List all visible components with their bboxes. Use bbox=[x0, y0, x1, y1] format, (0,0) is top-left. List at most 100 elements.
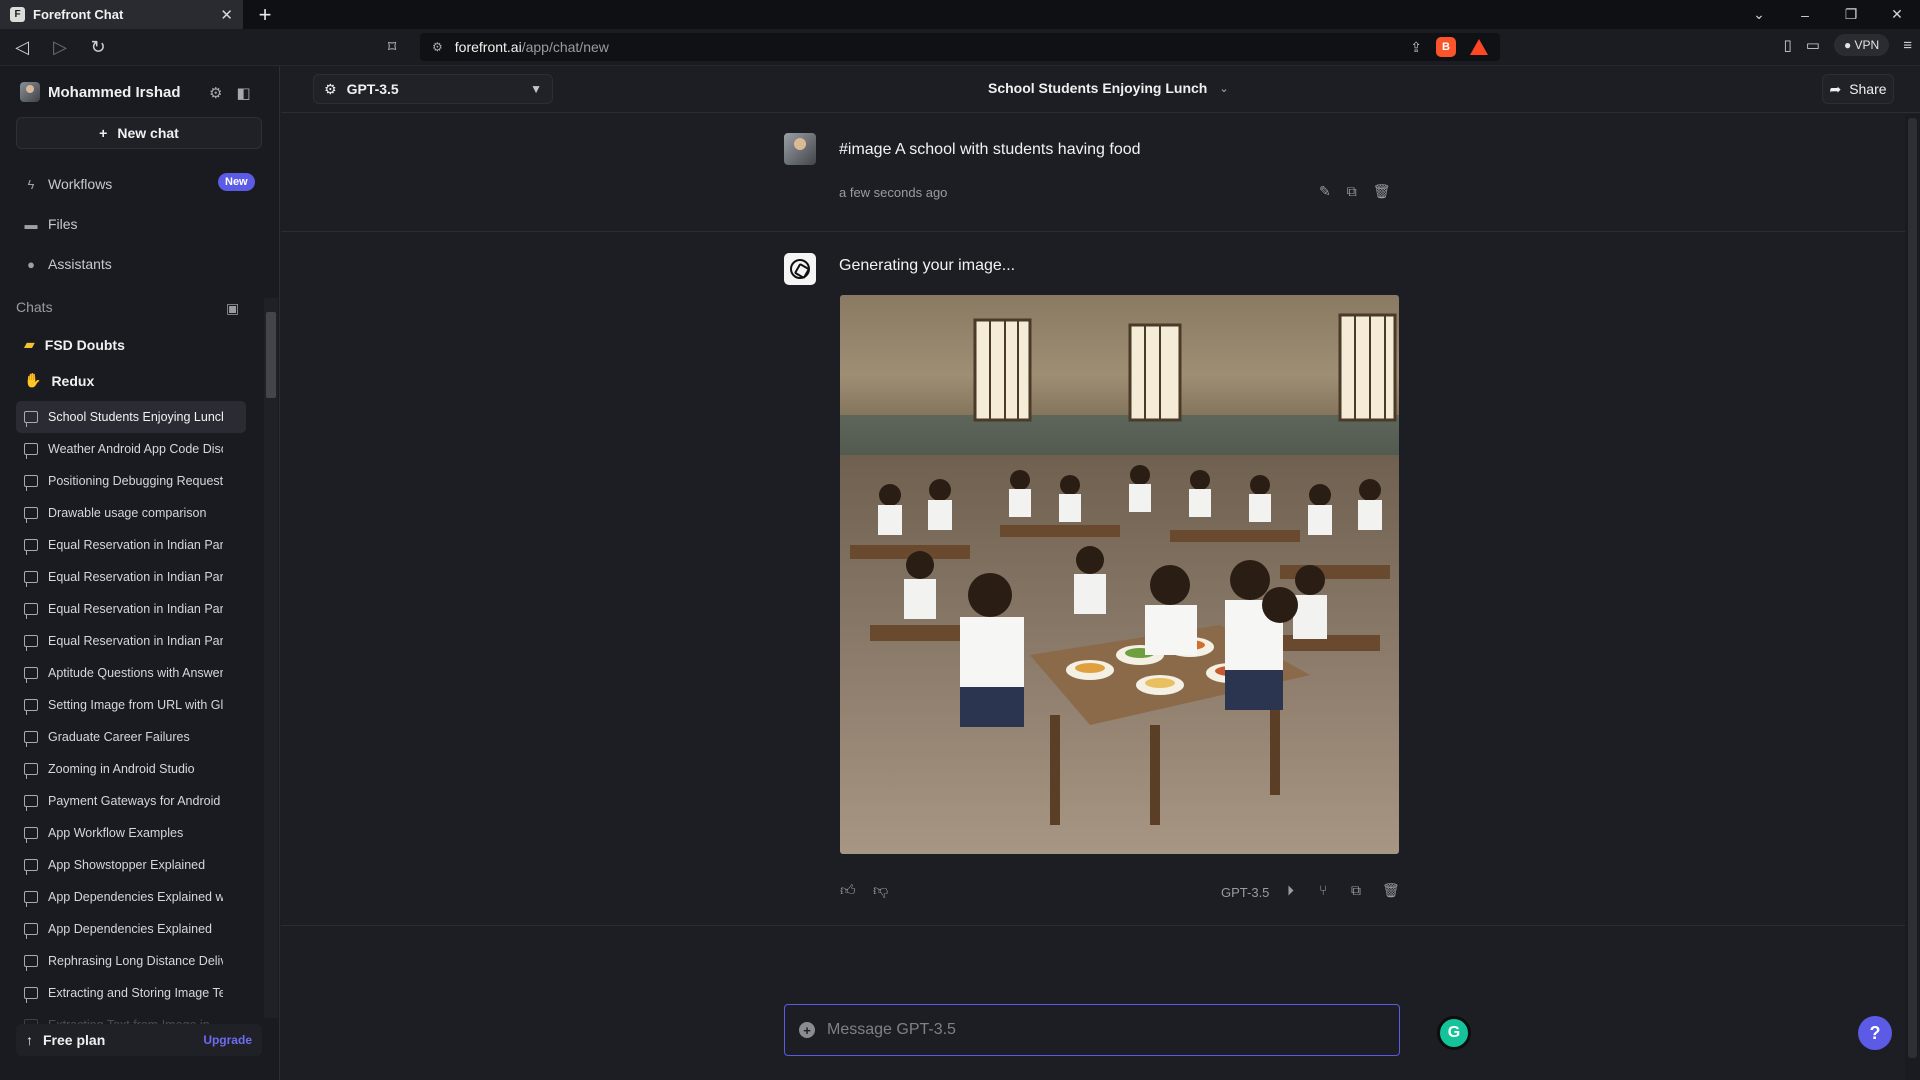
brave-rewards-icon[interactable] bbox=[1470, 39, 1488, 55]
chat-list-item[interactable]: Aptitude Questions with Answer bbox=[16, 657, 246, 689]
user-profile[interactable]: Mohammed Irshad bbox=[20, 82, 181, 102]
chat-main: ⚙ GPT-3.5 ▼ School Students Enjoying Lun… bbox=[281, 66, 1920, 1080]
new-badge: New bbox=[218, 173, 255, 191]
tab-close-icon[interactable]: ✕ bbox=[220, 6, 233, 24]
thumbs-down-icon[interactable]: 👎︎ bbox=[873, 882, 888, 900]
settings-gear-icon[interactable]: ⚙ bbox=[209, 84, 222, 102]
bookmark-icon[interactable]: ⌑ bbox=[388, 37, 406, 57]
chat-list-item[interactable]: School Students Enjoying Lunch bbox=[16, 401, 246, 433]
chat-list-item[interactable]: Payment Gateways for Android A bbox=[16, 785, 246, 817]
brave-shields-icon[interactable]: B bbox=[1436, 37, 1456, 57]
chat-list-item[interactable]: Zooming in Android Studio bbox=[16, 753, 246, 785]
chat-scroll-thumb[interactable] bbox=[1908, 118, 1917, 1058]
restore-button[interactable]: ❐ bbox=[1828, 6, 1874, 23]
chat-list-item[interactable]: Graduate Career Failures bbox=[16, 721, 246, 753]
back-button[interactable]: ◁ bbox=[6, 31, 38, 63]
message-input-placeholder: Message GPT-3.5 bbox=[827, 1021, 956, 1038]
wallet-icon[interactable]: ▭ bbox=[1806, 36, 1820, 54]
avatar bbox=[20, 82, 40, 102]
help-icon[interactable]: ? bbox=[1858, 1016, 1892, 1050]
chat-bubble-icon bbox=[24, 891, 38, 907]
chat-bubble-icon bbox=[24, 475, 38, 491]
chat-title: Equal Reservation in Indian Parli bbox=[48, 602, 223, 616]
chat-list-item[interactable]: Equal Reservation in Indian Parli bbox=[16, 529, 246, 561]
fork-icon[interactable]: ⑂ bbox=[1319, 882, 1327, 898]
thumbs-up-icon[interactable]: 👍︎ bbox=[840, 882, 856, 900]
folder-redux[interactable]: ✋ Redux bbox=[24, 372, 94, 389]
conversation-title[interactable]: School Students Enjoying Lunch ⌄ bbox=[988, 80, 1229, 96]
folder-fsd-doubts[interactable]: ▰ FSD Doubts bbox=[24, 336, 125, 353]
reload-button[interactable]: ↻ bbox=[82, 31, 114, 63]
vpn-button[interactable]: ● VPN bbox=[1833, 34, 1890, 56]
play-audio-icon[interactable]: ⏵ bbox=[1287, 882, 1294, 899]
sidebar-scroll-thumb[interactable] bbox=[266, 312, 276, 398]
sidebar-toggle-icon[interactable]: ▯ bbox=[1784, 36, 1792, 54]
attach-plus-icon[interactable]: + bbox=[799, 1022, 815, 1038]
sidebar-item-assistants[interactable]: ● Assistants bbox=[24, 256, 112, 272]
chat-bubble-icon bbox=[24, 763, 38, 779]
share-label: Share bbox=[1849, 81, 1887, 97]
browser-tab-bar: F Forefront Chat ✕ + ⌄ – ❐ ✕ bbox=[0, 0, 1920, 29]
chat-bubble-icon bbox=[24, 699, 38, 715]
chat-list-item[interactable]: Equal Reservation in Indian Parli bbox=[16, 561, 246, 593]
chat-bubble-icon bbox=[24, 443, 38, 459]
browser-tab[interactable]: F Forefront Chat ✕ bbox=[0, 0, 243, 29]
chat-title: App Dependencies Explained wi bbox=[48, 890, 223, 904]
sidebar-item-workflows[interactable]: ϟ Workflows bbox=[24, 176, 113, 192]
browser-toolbar: ◁ ▷ ↻ ⌑ ⚙ forefront.ai/app/chat/new ⇪ B … bbox=[0, 29, 1920, 66]
sidebar-item-label: Assistants bbox=[48, 256, 112, 272]
chat-list-item[interactable]: Rephrasing Long Distance Deliv bbox=[16, 945, 246, 977]
tab-search-chevron-icon[interactable]: ⌄ bbox=[1736, 6, 1782, 23]
new-chat-button[interactable]: + New chat bbox=[16, 117, 262, 149]
chat-bubble-icon bbox=[24, 955, 38, 971]
menu-icon[interactable]: ≡ bbox=[1903, 37, 1912, 54]
chat-list-item[interactable]: Positioning Debugging Request bbox=[16, 465, 246, 497]
chat-title: School Students Enjoying Lunch bbox=[48, 410, 223, 424]
delete-icon[interactable]: 🗑 bbox=[1382, 882, 1400, 899]
message-input[interactable]: + Message GPT-3.5 bbox=[784, 1004, 1400, 1056]
share-arrow-icon: ➦ bbox=[1829, 80, 1842, 97]
model-label: GPT-3.5 bbox=[346, 81, 399, 97]
sidebar-item-files[interactable]: ▬ Files bbox=[24, 216, 78, 232]
forward-button[interactable]: ▷ bbox=[44, 31, 76, 63]
new-tab-button[interactable]: + bbox=[251, 0, 279, 29]
assistant-message-actions: 👍︎ 👎︎ GPT-3.5 ⏵ ⑂ ⧉ 🗑 bbox=[281, 878, 1905, 908]
chat-list-item[interactable]: App Dependencies Explained wi bbox=[16, 881, 246, 913]
user-name: Mohammed Irshad bbox=[48, 83, 181, 101]
chat-list-item[interactable]: App Dependencies Explained bbox=[16, 913, 246, 945]
sidebar-item-label: Workflows bbox=[48, 176, 113, 192]
close-window-button[interactable]: ✕ bbox=[1874, 6, 1920, 23]
share-page-icon[interactable]: ⇪ bbox=[1410, 39, 1422, 56]
chat-list-item[interactable]: App Showstopper Explained bbox=[16, 849, 246, 881]
edit-icon[interactable]: ✎ bbox=[1319, 183, 1331, 200]
chat-list-item[interactable]: Equal Reservation in Indian Parli bbox=[16, 593, 246, 625]
chat-bubble-icon bbox=[24, 987, 38, 1003]
chat-list-item[interactable]: Extracting and Storing Image Te bbox=[16, 977, 246, 1009]
copy-icon[interactable]: ⧉ bbox=[1347, 183, 1357, 200]
model-selector[interactable]: ⚙ GPT-3.5 ▼ bbox=[313, 74, 553, 104]
folder-label: Redux bbox=[51, 372, 95, 389]
delete-icon[interactable]: 🗑 bbox=[1373, 183, 1391, 200]
site-info-icon[interactable]: ⚙ bbox=[432, 40, 443, 54]
grammarly-icon[interactable]: G bbox=[1437, 1016, 1471, 1050]
chat-list-item[interactable]: Drawable usage comparison bbox=[16, 497, 246, 529]
window-controls: ⌄ – ❐ ✕ bbox=[1736, 0, 1920, 29]
message-timestamp: a few seconds ago bbox=[839, 185, 948, 200]
minimize-button[interactable]: – bbox=[1782, 7, 1828, 23]
share-button[interactable]: ➦ Share bbox=[1822, 74, 1894, 104]
chat-list-item[interactable]: App Workflow Examples bbox=[16, 817, 246, 849]
sidebar-scrollbar[interactable] bbox=[264, 298, 278, 1018]
chat-scrollbar[interactable] bbox=[1905, 114, 1920, 1080]
collapse-sidebar-icon[interactable]: ◧ bbox=[236, 84, 250, 102]
chat-list-item[interactable]: Weather Android App Code Disc bbox=[16, 433, 246, 465]
bolt-icon: ϟ bbox=[27, 176, 35, 192]
generated-image[interactable] bbox=[840, 295, 1399, 854]
chat-list-item[interactable]: Equal Reservation in Indian Parli bbox=[16, 625, 246, 657]
new-folder-icon[interactable]: ▣ bbox=[226, 300, 239, 317]
chat-title: Equal Reservation in Indian Parli bbox=[48, 538, 223, 552]
address-bar[interactable]: ⚙ forefront.ai/app/chat/new ⇪ B bbox=[420, 33, 1500, 61]
upgrade-link[interactable]: Upgrade bbox=[203, 1033, 252, 1047]
chat-list-item[interactable]: Setting Image from URL with Gli bbox=[16, 689, 246, 721]
chat-title: Payment Gateways for Android A bbox=[48, 794, 223, 808]
copy-icon[interactable]: ⧉ bbox=[1351, 882, 1361, 899]
